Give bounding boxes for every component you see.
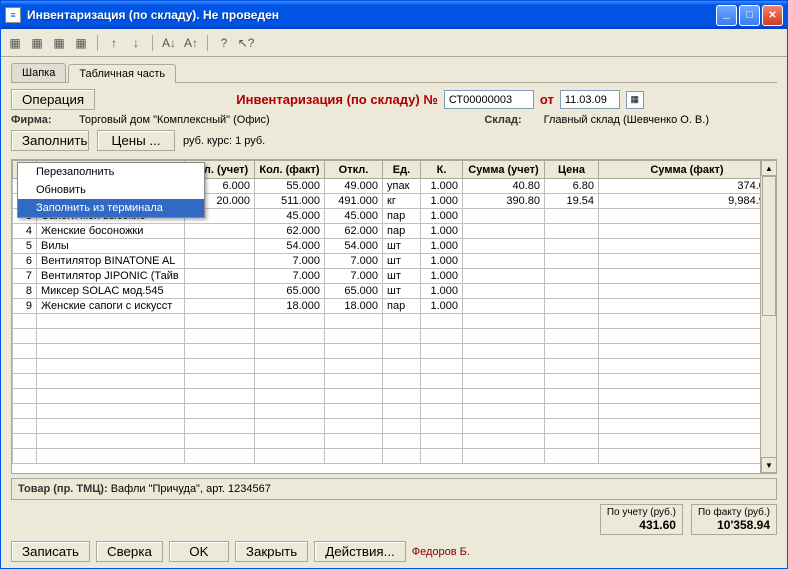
table-row[interactable]: 9Женские сапоги с искусст18.00018.000пар… bbox=[13, 299, 776, 314]
table-row[interactable]: 6Вентилятор BINATONE AL7.0007.000шт1.000 bbox=[13, 254, 776, 269]
date-prefix: от bbox=[540, 92, 554, 107]
total-uchet-value: 431.60 bbox=[607, 518, 676, 532]
firm-value: Торговый дом "Комплексный" (Офис) bbox=[79, 114, 270, 126]
table-row[interactable]: 5Вилы54.00054.000шт1.000 bbox=[13, 239, 776, 254]
footer-info: Товар (пр. ТМЦ): Вафли "Причуда", арт. 1… bbox=[11, 478, 777, 500]
app-icon: ≡ bbox=[5, 7, 21, 23]
table-row[interactable] bbox=[13, 434, 776, 449]
tool-icon-4[interactable]: ▦ bbox=[73, 35, 89, 51]
tool-down-icon[interactable]: ↓ bbox=[128, 35, 144, 51]
total-uchet-box: По учету (руб.) 431.60 bbox=[600, 504, 683, 535]
prices-button[interactable]: Цены ... bbox=[97, 130, 175, 151]
table-row[interactable] bbox=[13, 344, 776, 359]
table-row[interactable] bbox=[13, 314, 776, 329]
close-button[interactable] bbox=[762, 5, 783, 26]
date-input[interactable]: 11.03.09 bbox=[560, 90, 620, 109]
calendar-icon[interactable]: ▦ bbox=[626, 91, 644, 109]
save-button[interactable]: Записать bbox=[11, 541, 90, 562]
maximize-button[interactable] bbox=[739, 5, 760, 26]
sklad-label: Склад: bbox=[484, 114, 521, 126]
bottom-bar: Записать Сверка OK Закрыть Действия... Ф… bbox=[11, 541, 777, 562]
footer-info-label: Товар (пр. ТМЦ): bbox=[18, 483, 108, 495]
tab-header[interactable]: Шапка bbox=[11, 63, 66, 82]
actions-button[interactable]: Действия... bbox=[314, 541, 406, 562]
totals: По учету (руб.) 431.60 По факту (руб.) 1… bbox=[11, 504, 777, 535]
tool-icon-3[interactable]: ▦ bbox=[51, 35, 67, 51]
ok-button[interactable]: OK bbox=[169, 541, 229, 562]
total-fakt-value: 10'358.94 bbox=[698, 518, 770, 532]
col-k[interactable]: К. bbox=[421, 161, 463, 179]
table-row[interactable] bbox=[13, 449, 776, 464]
table-row[interactable]: 8Миксер SOLAC мод.54565.00065.000шт1.000 bbox=[13, 284, 776, 299]
tool-help-icon[interactable]: ? bbox=[216, 35, 232, 51]
table-row[interactable] bbox=[13, 404, 776, 419]
titlebar: ≡ Инвентаризация (по складу). Не проведе… bbox=[1, 1, 787, 29]
fill-dropdown: Перезаполнить Обновить Заполнить из терм… bbox=[17, 162, 205, 218]
app-window: ≡ Инвентаризация (по складу). Не проведе… bbox=[0, 0, 788, 569]
col-otkl[interactable]: Откл. bbox=[325, 161, 383, 179]
fill-button[interactable]: Заполнить bbox=[11, 130, 89, 151]
table-row[interactable]: 7Вентилятор JIPONIC (Тайв7.0007.000шт1.0… bbox=[13, 269, 776, 284]
tab-table-part[interactable]: Табличная часть bbox=[68, 64, 176, 83]
rate-text: руб. курс: 1 руб. bbox=[183, 135, 265, 147]
tool-icon-1[interactable]: ▦ bbox=[7, 35, 23, 51]
col-cena[interactable]: Цена bbox=[545, 161, 599, 179]
table-row[interactable] bbox=[13, 359, 776, 374]
col-ed[interactable]: Ед. bbox=[383, 161, 421, 179]
scroll-thumb[interactable] bbox=[762, 176, 776, 316]
doc-title-label: Инвентаризация (по складу) № bbox=[236, 92, 438, 107]
table-row[interactable] bbox=[13, 389, 776, 404]
total-fakt-box: По факту (руб.) 10'358.94 bbox=[691, 504, 777, 535]
vertical-scrollbar[interactable]: ▲ ▼ bbox=[760, 160, 776, 473]
col-kol-fakt[interactable]: Кол. (факт) bbox=[255, 161, 325, 179]
minimize-button[interactable] bbox=[716, 5, 737, 26]
table-row[interactable] bbox=[13, 374, 776, 389]
close-form-button[interactable]: Закрыть bbox=[235, 541, 308, 562]
operation-button[interactable]: Операция bbox=[11, 89, 95, 110]
tool-icon-2[interactable]: ▦ bbox=[29, 35, 45, 51]
doc-number-input[interactable]: СТ00000003 bbox=[444, 90, 534, 109]
sverka-button[interactable]: Сверка bbox=[96, 541, 163, 562]
tool-up-icon[interactable]: ↑ bbox=[106, 35, 122, 51]
author-label: Федоров Б. bbox=[412, 546, 470, 558]
tab-strip: Шапка Табличная часть bbox=[11, 63, 777, 83]
scroll-down-icon[interactable]: ▼ bbox=[761, 457, 777, 473]
menu-fill-from-terminal[interactable]: Заполнить из терминала bbox=[18, 199, 204, 217]
content-area: Шапка Табличная часть Операция Инвентари… bbox=[1, 57, 787, 568]
tool-cursor-help-icon[interactable]: ↖? bbox=[238, 35, 254, 51]
total-uchet-label: По учету (руб.) bbox=[607, 507, 676, 518]
menu-refill[interactable]: Перезаполнить bbox=[18, 163, 204, 181]
table-row[interactable] bbox=[13, 419, 776, 434]
sklad-value: Главный склад (Шевченко О. В.) bbox=[544, 114, 709, 126]
tool-sort-asc-icon[interactable]: A↓ bbox=[161, 35, 177, 51]
table-row[interactable] bbox=[13, 329, 776, 344]
firm-label: Фирма: bbox=[11, 114, 71, 126]
table-row[interactable]: 4Женские босоножки62.00062.000пар1.000 bbox=[13, 224, 776, 239]
window-title: Инвентаризация (по складу). Не проведен bbox=[27, 8, 716, 22]
tool-sort-desc-icon[interactable]: A↑ bbox=[183, 35, 199, 51]
menu-update[interactable]: Обновить bbox=[18, 181, 204, 199]
footer-info-value: Вафли "Причуда", арт. 1234567 bbox=[111, 483, 271, 495]
toolbar: ▦ ▦ ▦ ▦ ↑ ↓ A↓ A↑ ? ↖? bbox=[1, 29, 787, 57]
scroll-up-icon[interactable]: ▲ bbox=[761, 160, 777, 176]
col-sum-uchet[interactable]: Сумма (учет) bbox=[463, 161, 545, 179]
total-fakt-label: По факту (руб.) bbox=[698, 507, 770, 518]
col-sum-fakt[interactable]: Сумма (факт) bbox=[599, 161, 776, 179]
